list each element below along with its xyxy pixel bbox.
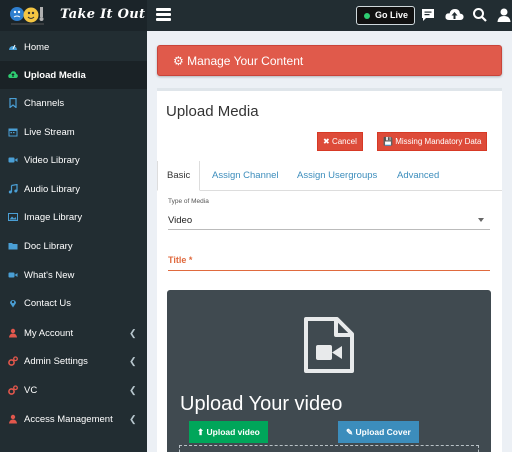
sidebar-item-doc-library[interactable]: Doc Library	[0, 232, 147, 260]
chevron-left-icon: ❮	[129, 328, 137, 338]
dropzone-dashed-border	[179, 445, 479, 452]
sidebar-item-channels[interactable]: Channels	[0, 89, 147, 117]
manage-content-title: ⚙ Manage Your Content	[173, 54, 303, 68]
type-of-media-label: Type of Media	[168, 198, 209, 205]
upload-cover-button[interactable]: ✎ Upload Cover	[338, 421, 419, 443]
sidebar-item-label: Live Stream	[24, 127, 75, 138]
sidebar-item-label: Contact Us	[24, 298, 71, 309]
caret-down-icon	[478, 218, 484, 222]
close-icon: ✖	[323, 137, 330, 146]
cloud-upload-icon[interactable]	[445, 7, 464, 23]
search-icon[interactable]	[472, 7, 488, 23]
sidebar-item-label: Access Management	[24, 414, 113, 425]
upload-dropzone[interactable]: Upload Your video ⬆ Upload video ✎ Uploa…	[167, 290, 491, 452]
go-live-label: Go Live	[375, 10, 409, 20]
video-camera-icon	[8, 272, 18, 278]
upload-video-button[interactable]: ⬆ Upload video	[189, 421, 268, 443]
live-status-dot	[364, 13, 370, 19]
folder-icon	[8, 243, 18, 250]
tab-assign-channel[interactable]: Assign Channel	[212, 161, 279, 191]
upload-media-panel: Upload Media ✖ Cancel 💾 Missing Mandator…	[157, 88, 502, 452]
sidebar-item-whats-new[interactable]: What's New	[0, 261, 147, 289]
cancel-label: Cancel	[331, 137, 357, 146]
chat-icon[interactable]	[420, 7, 436, 23]
sidebar-item-admin-settings[interactable]: Admin Settings ❮	[0, 347, 147, 375]
sidebar-item-label: Upload Media	[24, 70, 86, 81]
edit-icon: ✎	[346, 427, 354, 437]
manage-content-label: Manage Your Content	[187, 54, 304, 68]
title-field[interactable]: Title *	[168, 249, 490, 271]
type-of-media-value: Video	[168, 215, 193, 226]
theater-masks-icon	[10, 7, 44, 25]
sidebar-item-contact-us[interactable]: Contact Us	[0, 289, 147, 317]
chevron-left-icon: ❮	[129, 356, 137, 366]
tab-basic[interactable]: Basic	[157, 161, 201, 191]
user-icon[interactable]	[496, 7, 512, 23]
upload-heading: Upload Your video	[180, 393, 343, 415]
chevron-left-icon: ❮	[129, 385, 137, 395]
cogs-icon	[8, 356, 18, 366]
missing-mandatory-data-button[interactable]: 💾 Missing Mandatory Data	[377, 132, 488, 151]
sidebar-item-label: Video Library	[24, 155, 80, 166]
sidebar-item-label: Doc Library	[24, 241, 73, 252]
top-header: Take It Out Go Live	[0, 0, 512, 31]
manage-content-banner: ⚙ Manage Your Content	[157, 45, 502, 76]
map-marker-icon	[10, 300, 16, 308]
title-field-label: Title *	[168, 255, 193, 265]
upload-video-label: Upload video	[206, 427, 260, 437]
music-note-icon	[8, 184, 18, 194]
sidebar-item-access-management[interactable]: Access Management ❮	[0, 405, 147, 433]
tab-assign-usergroups[interactable]: Assign Usergroups	[297, 161, 377, 191]
go-live-button[interactable]: Go Live	[356, 6, 416, 25]
sidebar-item-image-library[interactable]: Image Library	[0, 203, 147, 231]
user-icon	[9, 414, 17, 424]
sidebar-item-video-library[interactable]: Video Library	[0, 146, 147, 174]
sidebar-item-label: VC	[24, 385, 38, 396]
upload-cover-label: Upload Cover	[355, 427, 411, 437]
image-icon	[8, 213, 18, 221]
user-icon	[9, 328, 17, 338]
gear-icon: ⚙	[173, 54, 184, 68]
sidebar-item-label: What's New	[24, 270, 75, 281]
sidebar-item-live-stream[interactable]: Live Stream	[0, 118, 147, 146]
sidebar-item-label: Admin Settings	[24, 356, 88, 367]
page-title: Upload Media	[166, 103, 259, 120]
video-file-icon	[304, 317, 354, 373]
brand-name: Take It Out	[60, 7, 146, 22]
calendar-icon	[8, 128, 18, 137]
sidebar: Home Upload Media Channels Live Stream V…	[0, 31, 147, 452]
tab-advanced[interactable]: Advanced	[397, 161, 439, 191]
sidebar-item-home[interactable]: Home	[0, 33, 147, 61]
sidebar-item-audio-library[interactable]: Audio Library	[0, 175, 147, 203]
cancel-button[interactable]: ✖ Cancel	[317, 132, 363, 151]
sidebar-item-label: Audio Library	[24, 184, 80, 195]
menu-toggle-icon[interactable]	[156, 8, 171, 21]
tab-bar: Basic Assign Channel Assign Usergroups A…	[157, 161, 502, 191]
cloud-upload-icon	[8, 71, 18, 78]
sidebar-item-label: Image Library	[24, 212, 83, 223]
main-content: ⚙ Manage Your Content Upload Media ✖ Can…	[147, 31, 512, 452]
sidebar-item-my-account[interactable]: My Account ❮	[0, 319, 147, 347]
video-camera-icon	[8, 157, 18, 163]
sidebar-item-vc[interactable]: VC ❮	[0, 376, 147, 404]
cogs-icon	[8, 385, 18, 395]
sidebar-item-label: Channels	[24, 98, 65, 109]
chevron-left-icon: ❮	[129, 414, 137, 424]
brand-logo[interactable]: Take It Out	[0, 0, 147, 31]
dashboard-icon	[9, 44, 17, 50]
sidebar-item-upload-media[interactable]: Upload Media	[0, 61, 147, 89]
bookmark-icon	[9, 98, 17, 108]
save-icon: 💾	[383, 137, 393, 146]
sidebar-item-label: Home	[24, 42, 50, 53]
upload-icon: ⬆	[197, 427, 205, 437]
sidebar-item-label: My Account	[24, 328, 74, 339]
type-of-media-select[interactable]: Video	[168, 212, 490, 230]
missing-mandatory-label: Missing Mandatory Data	[395, 137, 482, 146]
